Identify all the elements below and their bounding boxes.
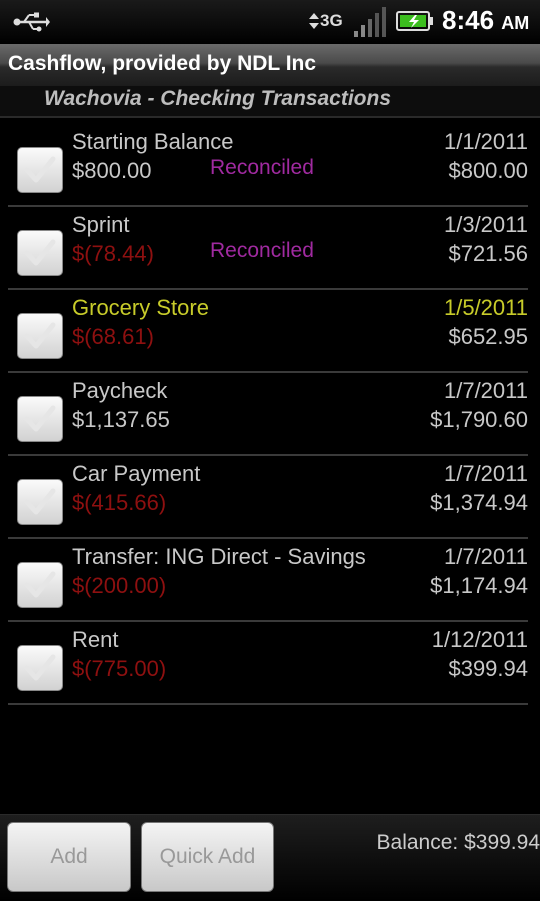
bottom-bar: Add Quick Add Balance: $399.94 bbox=[0, 814, 540, 901]
running-balance: $800.00 bbox=[448, 158, 528, 183]
reconcile-checkbox[interactable] bbox=[17, 562, 63, 608]
checkmark-icon bbox=[24, 405, 56, 432]
transaction-date: 1/12/2011 bbox=[431, 627, 528, 652]
usb-icon bbox=[13, 12, 50, 32]
transaction-row[interactable]: Paycheck $1,137.65 1/7/2011 $1,790.60 bbox=[8, 373, 528, 456]
transaction-date: 1/7/2011 bbox=[443, 461, 528, 486]
account-header: Wachovia - Checking Transactions bbox=[0, 86, 540, 118]
payee: Grocery Store bbox=[72, 295, 209, 320]
title-bar: Cashflow, provided by NDL Inc bbox=[0, 44, 540, 87]
account-subtitle: Wachovia - Checking Transactions bbox=[44, 87, 391, 110]
clock-ampm: AM bbox=[501, 13, 530, 33]
amount: $(200.00) bbox=[72, 573, 167, 598]
payee: Paycheck bbox=[72, 378, 168, 403]
amount: $(68.61) bbox=[72, 324, 154, 349]
transaction-row[interactable]: Starting Balance $800.00 Reconciled 1/1/201… bbox=[8, 124, 528, 207]
amount: $1,137.65 bbox=[72, 407, 170, 432]
transaction-row[interactable]: Grocery Store $(68.61) 1/5/2011 $652.95 bbox=[8, 290, 528, 373]
battery-charging-icon bbox=[396, 11, 433, 31]
transaction-list: Starting Balance $800.00 Reconciled 1/1/201… bbox=[0, 124, 540, 705]
data-arrows-icon bbox=[309, 13, 319, 29]
running-balance: $652.95 bbox=[448, 324, 528, 349]
amount: $(78.44) bbox=[72, 241, 154, 266]
running-balance: $1,174.94 bbox=[430, 573, 528, 598]
quick-add-button[interactable]: Quick Add bbox=[141, 822, 274, 892]
transaction-row[interactable]: Rent $(775.00) 1/12/2011 $399.94 bbox=[8, 622, 528, 705]
running-balance: $1,790.60 bbox=[430, 407, 528, 432]
reconcile-checkbox[interactable] bbox=[17, 645, 63, 691]
reconcile-checkbox[interactable] bbox=[17, 313, 63, 359]
add-button[interactable]: Add bbox=[7, 822, 131, 892]
balance-total: Balance: $399.94 bbox=[376, 831, 540, 854]
reconciled-status: Reconciled bbox=[210, 239, 314, 262]
checkmark-icon bbox=[24, 654, 56, 681]
checkmark-icon bbox=[24, 322, 56, 349]
payee: Starting Balance bbox=[72, 129, 234, 154]
transaction-date: 1/7/2011 bbox=[443, 378, 528, 403]
amount: $(775.00) bbox=[72, 656, 167, 681]
signal-icon bbox=[354, 7, 386, 37]
amount: $800.00 bbox=[72, 158, 152, 183]
reconciled-status: Reconciled bbox=[210, 156, 314, 179]
transaction-row[interactable]: Transfer: ING Direct - Savings $(200.00) 1… bbox=[8, 539, 528, 622]
transaction-date: 1/5/2011 bbox=[443, 295, 528, 320]
payee: Car Payment bbox=[72, 461, 201, 486]
checkmark-icon bbox=[24, 239, 56, 266]
reconcile-checkbox[interactable] bbox=[17, 230, 63, 276]
transaction-date: 1/7/2011 bbox=[443, 544, 528, 569]
network-type: 3G bbox=[320, 11, 343, 30]
payee: Rent bbox=[72, 627, 119, 652]
transaction-row[interactable]: Car Payment $(415.66) 1/7/2011 $1,374.94 bbox=[8, 456, 528, 539]
running-balance: $399.94 bbox=[448, 656, 528, 681]
payee: Transfer: ING Direct - Savings bbox=[72, 544, 366, 569]
clock-time: 8:46 bbox=[442, 5, 495, 35]
app-title: Cashflow, provided by NDL Inc bbox=[8, 52, 317, 75]
running-balance: $1,374.94 bbox=[430, 490, 528, 515]
clock: 8:46 AM bbox=[442, 5, 529, 36]
payee: Sprint bbox=[72, 212, 130, 237]
checkmark-icon bbox=[24, 488, 56, 515]
running-balance: $721.56 bbox=[448, 241, 528, 266]
checkmark-icon bbox=[24, 571, 56, 598]
transaction-date: 1/3/2011 bbox=[443, 212, 528, 237]
amount: $(415.66) bbox=[72, 490, 167, 515]
status-bar: 3G 8:46 AM bbox=[0, 0, 540, 44]
reconcile-checkbox[interactable] bbox=[17, 147, 63, 193]
reconcile-checkbox[interactable] bbox=[17, 479, 63, 525]
reconcile-checkbox[interactable] bbox=[17, 396, 63, 442]
checkmark-icon bbox=[24, 156, 56, 183]
transaction-date: 1/1/2011 bbox=[443, 129, 528, 154]
transaction-row[interactable]: Sprint $(78.44) Reconciled 1/3/2011 $721.56 bbox=[8, 207, 528, 290]
